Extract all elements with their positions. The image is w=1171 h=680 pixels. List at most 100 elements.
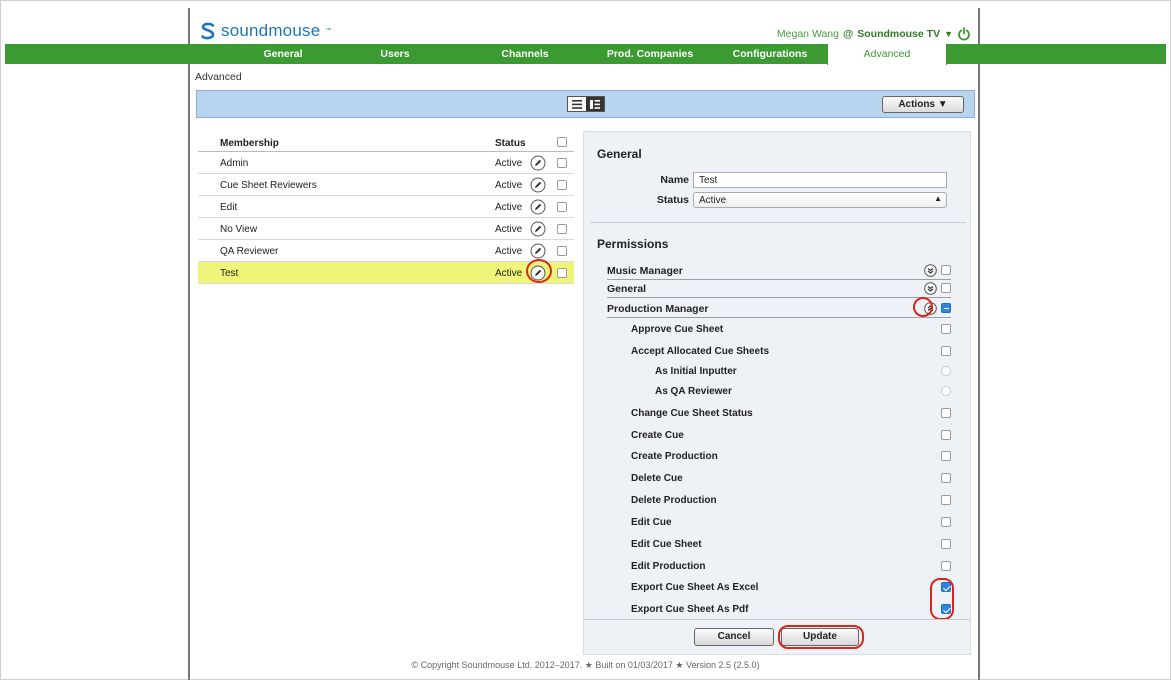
- permission-label: Edit Cue Sheet: [631, 539, 702, 550]
- table-row[interactable]: Edit Active: [198, 196, 574, 218]
- permission-item[interactable]: Create Cue: [607, 427, 951, 445]
- select-all-checkbox[interactable]: [557, 137, 567, 147]
- annotation-highlight-update: [778, 625, 864, 649]
- row-checkbox[interactable]: [557, 224, 567, 234]
- permission-item[interactable]: Change Cue Sheet Status: [607, 405, 951, 423]
- membership-status: Active: [495, 268, 523, 279]
- permission-checkbox[interactable]: [941, 430, 951, 440]
- soundmouse-logo[interactable]: soundmouse ™: [200, 20, 331, 42]
- permission-checkbox[interactable]: [941, 451, 951, 461]
- power-icon[interactable]: [957, 27, 971, 41]
- tab-general[interactable]: General: [238, 44, 328, 64]
- permission-checkbox[interactable]: [941, 324, 951, 334]
- permission-item[interactable]: Create Production: [607, 448, 951, 466]
- panel-footer: Cancel Update: [584, 619, 970, 654]
- row-checkbox[interactable]: [557, 268, 567, 278]
- soundmouse-logo-icon: [201, 22, 215, 40]
- trademark-icon: ™: [325, 28, 332, 34]
- permission-checkbox[interactable]: [941, 561, 951, 571]
- name-input[interactable]: Test: [693, 172, 947, 188]
- action-toolbar: Actions ▼: [196, 90, 975, 118]
- table-row[interactable]: Admin Active: [198, 152, 574, 174]
- permission-label: Edit Cue: [631, 517, 672, 528]
- at-sign: @: [842, 28, 854, 40]
- permission-item[interactable]: Edit Cue Sheet: [607, 536, 951, 554]
- tab-prod-companies[interactable]: Prod. Companies: [595, 44, 705, 64]
- permission-label: Create Cue: [631, 430, 684, 441]
- status-select-value: Active: [699, 195, 727, 206]
- membership-table: Membership Status Admin Active Cue Sheet…: [198, 134, 574, 284]
- permission-item[interactable]: Delete Cue: [607, 470, 951, 488]
- expand-chevrons-icon[interactable]: [924, 282, 937, 295]
- list-view-icon[interactable]: [568, 97, 586, 111]
- permission-checkbox[interactable]: [941, 539, 951, 549]
- permission-item[interactable]: Approve Cue Sheet: [607, 321, 951, 339]
- row-checkbox[interactable]: [557, 246, 567, 256]
- permission-checkbox[interactable]: [941, 473, 951, 483]
- permission-checkbox[interactable]: [941, 346, 951, 356]
- annotation-highlight-export-checkboxes: [930, 578, 954, 620]
- permission-group-production-manager[interactable]: Production Manager: [607, 300, 951, 318]
- expand-chevrons-icon[interactable]: [924, 264, 937, 277]
- permission-item[interactable]: As Initial Inputter: [607, 363, 951, 381]
- edit-pencil-icon[interactable]: [530, 243, 546, 259]
- select-arrows-icon: ▲: [934, 194, 942, 203]
- permission-radio[interactable]: [941, 386, 951, 396]
- table-row[interactable]: QA Reviewer Active: [198, 240, 574, 262]
- membership-name: Admin: [220, 158, 249, 169]
- permission-label: Change Cue Sheet Status: [631, 408, 753, 419]
- membership-name: Edit: [220, 202, 238, 213]
- user-name: Megan Wang: [776, 28, 839, 40]
- chevron-down-icon[interactable]: ▼: [944, 29, 953, 39]
- permission-item[interactable]: Accept Allocated Cue Sheets: [607, 343, 951, 361]
- row-checkbox[interactable]: [557, 202, 567, 212]
- group-checkbox[interactable]: [941, 283, 951, 293]
- actions-button[interactable]: Actions ▼: [882, 96, 964, 113]
- permission-item[interactable]: Edit Cue: [607, 514, 951, 532]
- edit-pencil-icon[interactable]: [530, 221, 546, 237]
- tab-users[interactable]: Users: [355, 44, 435, 64]
- tab-channels[interactable]: Channels: [480, 44, 570, 64]
- annotation-highlight-collapse: [913, 297, 933, 317]
- membership-name: No View: [220, 224, 258, 235]
- organization-name: Soundmouse TV: [857, 28, 941, 40]
- edit-pencil-icon[interactable]: [530, 199, 546, 215]
- name-label: Name: [660, 174, 689, 186]
- permissions-section-title: Permissions: [597, 237, 669, 251]
- edit-pencil-icon[interactable]: [530, 155, 546, 171]
- permission-label: Create Production: [631, 451, 718, 462]
- tab-advanced[interactable]: Advanced: [827, 44, 947, 65]
- status-select[interactable]: Active ▲: [693, 192, 947, 208]
- user-menu[interactable]: Megan Wang @ Soundmouse TV ▼: [777, 27, 971, 41]
- edit-pencil-icon[interactable]: [530, 177, 546, 193]
- permission-item[interactable]: Edit Production: [607, 558, 951, 576]
- tab-configurations[interactable]: Configurations: [720, 44, 820, 64]
- logo-text: soundmouse: [221, 21, 321, 40]
- cancel-button[interactable]: Cancel: [694, 628, 774, 646]
- table-row-selected[interactable]: Test Active: [198, 262, 574, 284]
- table-row[interactable]: No View Active: [198, 218, 574, 240]
- permission-group-general[interactable]: General: [607, 280, 951, 298]
- permission-item[interactable]: Export Cue Sheet As Excel: [607, 579, 951, 597]
- permission-label: Delete Production: [631, 495, 717, 506]
- permission-checkbox[interactable]: [941, 495, 951, 505]
- split-view-icon[interactable]: [586, 97, 604, 111]
- permission-checkbox[interactable]: [941, 408, 951, 418]
- permission-item[interactable]: As QA Reviewer: [607, 383, 951, 401]
- row-checkbox[interactable]: [557, 180, 567, 190]
- permission-label: Export Cue Sheet As Excel: [631, 582, 759, 593]
- permission-radio[interactable]: [941, 366, 951, 376]
- permission-group-music-manager[interactable]: Music Manager: [607, 262, 951, 280]
- permission-label: Export Cue Sheet As Pdf: [631, 604, 749, 615]
- group-checkbox[interactable]: [941, 265, 951, 275]
- membership-status: Active: [495, 180, 523, 191]
- permission-item[interactable]: Delete Production: [607, 492, 951, 510]
- table-header-row: Membership Status: [198, 134, 574, 152]
- row-checkbox[interactable]: [557, 158, 567, 168]
- permission-item[interactable]: Export Cue Sheet As Pdf: [607, 601, 951, 619]
- membership-status: Active: [495, 158, 523, 169]
- table-row[interactable]: Cue Sheet Reviewers Active: [198, 174, 574, 196]
- group-partial-checkbox[interactable]: [941, 303, 951, 313]
- group-label: General: [607, 283, 647, 295]
- permission-checkbox[interactable]: [941, 517, 951, 527]
